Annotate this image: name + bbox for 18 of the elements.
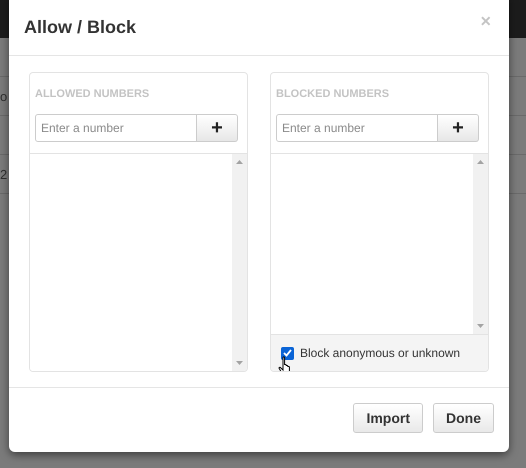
- dialog-button[interactable]: Import: [353, 403, 423, 433]
- number-input[interactable]: Enter a number: [276, 114, 438, 142]
- background-text: o: [0, 88, 8, 104]
- scroll-down-icon[interactable]: [477, 324, 484, 328]
- number-input[interactable]: Enter a number: [35, 114, 197, 142]
- scrollbar[interactable]: [232, 154, 247, 371]
- add-button[interactable]: +: [197, 114, 238, 142]
- scrollbar[interactable]: [473, 154, 488, 334]
- scroll-down-icon[interactable]: [236, 361, 243, 365]
- add-button[interactable]: +: [438, 114, 479, 142]
- panel-heading: BLOCKED NUMBERS: [275, 87, 390, 102]
- panel-heading: ALLOWED NUMBERS: [34, 87, 150, 102]
- background-text: 2: [0, 166, 8, 182]
- scroll-up-icon[interactable]: [477, 160, 484, 164]
- checkbox[interactable]: [281, 346, 294, 360]
- scroll-up-icon[interactable]: [236, 160, 243, 164]
- dialog-title: Allow / Block: [24, 17, 136, 38]
- dialog-button[interactable]: Done: [433, 403, 494, 433]
